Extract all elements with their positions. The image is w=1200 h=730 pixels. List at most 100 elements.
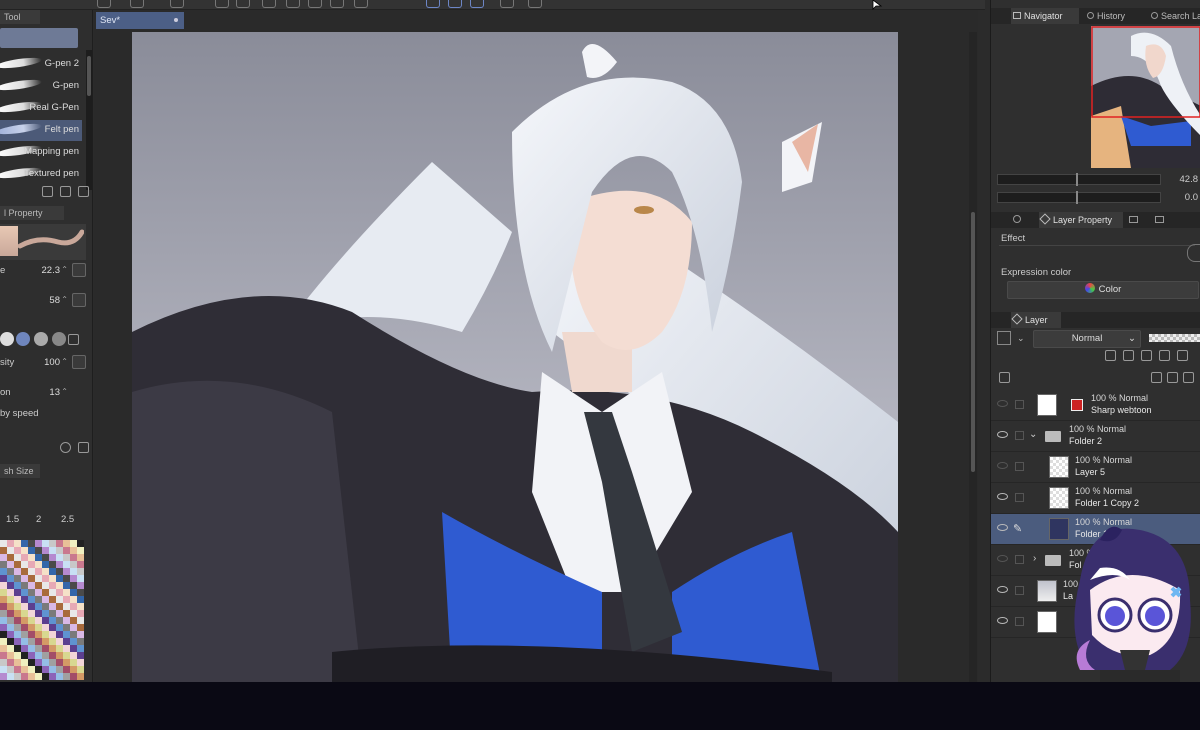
palette-swatch[interactable] xyxy=(63,645,70,652)
palette-swatch[interactable] xyxy=(35,645,42,652)
prop-value[interactable]: 13 xyxy=(49,387,60,398)
palette-swatch[interactable] xyxy=(56,673,63,680)
palette-swatch[interactable] xyxy=(49,582,56,589)
palette-swatch[interactable] xyxy=(49,659,56,666)
palette-swatch[interactable] xyxy=(70,589,77,596)
layer-palette-icon[interactable] xyxy=(999,372,1010,383)
device-icon[interactable] xyxy=(500,0,514,8)
tab-tool[interactable]: Tool xyxy=(0,10,40,24)
palette-swatch[interactable] xyxy=(70,610,77,617)
eye-icon[interactable] xyxy=(997,400,1008,407)
palette-swatch[interactable] xyxy=(42,673,49,680)
palette-swatch[interactable] xyxy=(49,596,56,603)
palette-swatch[interactable] xyxy=(49,568,56,575)
layer-name[interactable]: Folder 1 Copy 2 xyxy=(1075,498,1139,508)
palette-swatch[interactable] xyxy=(0,631,7,638)
eye-icon[interactable] xyxy=(997,555,1008,562)
palette-swatch[interactable] xyxy=(0,603,7,610)
palette-swatch[interactable] xyxy=(35,638,42,645)
tab-tool-property[interactable]: l Property xyxy=(0,206,64,220)
palette-swatch[interactable] xyxy=(0,561,7,568)
palette-swatch[interactable] xyxy=(28,582,35,589)
palette-swatch[interactable] xyxy=(7,617,14,624)
palette-swatch[interactable] xyxy=(0,596,7,603)
brush-item-real-gpen[interactable]: Real G-Pen xyxy=(0,98,82,119)
palette-swatch[interactable] xyxy=(49,666,56,673)
palette-swatch[interactable] xyxy=(28,610,35,617)
palette-swatch[interactable] xyxy=(70,554,77,561)
palette-swatch[interactable] xyxy=(0,624,7,631)
lock-icon[interactable] xyxy=(1015,431,1024,440)
palette-swatch[interactable] xyxy=(70,561,77,568)
palette-swatch[interactable] xyxy=(42,603,49,610)
palette-swatch[interactable] xyxy=(56,638,63,645)
navigator-preview[interactable] xyxy=(1091,26,1200,168)
palette-swatch[interactable] xyxy=(56,666,63,673)
palette-swatch[interactable] xyxy=(28,603,35,610)
palette-swatch[interactable] xyxy=(21,659,28,666)
palette-swatch[interactable] xyxy=(21,582,28,589)
pressure-settings-icon[interactable] xyxy=(72,263,86,277)
palette-swatch[interactable] xyxy=(42,568,49,575)
palette-swatch[interactable] xyxy=(35,659,42,666)
transform-icon[interactable] xyxy=(170,0,184,8)
by-speed-label[interactable]: by speed xyxy=(0,408,39,419)
fill-icon[interactable] xyxy=(308,0,322,8)
layer-row[interactable]: 100 % Normal Layer 5 xyxy=(991,452,1200,483)
palette-swatch[interactable] xyxy=(63,673,70,680)
ruler-icon[interactable] xyxy=(426,0,440,8)
tab-brush-size[interactable]: sh Size xyxy=(0,464,40,478)
prop-opacity[interactable]: 58 ⌃ xyxy=(0,292,86,310)
corner-icon[interactable] xyxy=(470,0,484,8)
palette-swatch[interactable] xyxy=(28,673,35,680)
curve-icon[interactable] xyxy=(448,0,462,8)
layer-row-folder[interactable]: ⌄ 100 % Normal Folder 2 xyxy=(991,421,1200,452)
palette-swatch[interactable] xyxy=(63,547,70,554)
spinner-icon[interactable]: ⌃ xyxy=(61,295,68,304)
tab-history[interactable]: History xyxy=(1085,8,1147,24)
palette-swatch[interactable] xyxy=(77,603,84,610)
palette-swatch[interactable] xyxy=(0,645,7,652)
trash-icon[interactable] xyxy=(78,186,89,197)
layer-name[interactable]: Folder 2 xyxy=(1069,436,1102,446)
prop-density[interactable]: sity 100 ⌃ xyxy=(0,354,86,372)
palette-swatch[interactable] xyxy=(21,596,28,603)
brush-item-textured-pen[interactable]: Textured pen xyxy=(0,164,82,185)
spinner-icon[interactable]: ⌃ xyxy=(61,265,68,274)
palette-swatch[interactable] xyxy=(63,610,70,617)
palette-swatch[interactable] xyxy=(42,547,49,554)
palette-swatch[interactable] xyxy=(35,554,42,561)
palette-swatch[interactable] xyxy=(21,673,28,680)
palette-swatch[interactable] xyxy=(7,554,14,561)
palette-swatch[interactable] xyxy=(42,554,49,561)
palette-swatch[interactable] xyxy=(63,582,70,589)
palette-swatch[interactable] xyxy=(49,645,56,652)
palette-swatch[interactable] xyxy=(14,617,21,624)
settings-icon[interactable] xyxy=(72,355,86,369)
palette-swatch[interactable] xyxy=(14,659,21,666)
palette-swatch[interactable] xyxy=(49,561,56,568)
palette-swatch[interactable] xyxy=(14,540,21,547)
palette-swatch[interactable] xyxy=(63,596,70,603)
tab-extra-1[interactable] xyxy=(1127,212,1147,228)
palette-swatch[interactable] xyxy=(49,547,56,554)
palette-swatch[interactable] xyxy=(63,589,70,596)
palette-swatch[interactable] xyxy=(42,624,49,631)
slider-handle[interactable] xyxy=(1076,191,1078,204)
palette-swatch[interactable] xyxy=(77,568,84,575)
layer-row[interactable]: 100 % Normal Sharp webtoon xyxy=(991,390,1200,421)
palette-swatch[interactable] xyxy=(56,554,63,561)
palette-swatch[interactable] xyxy=(21,617,28,624)
lock-alpha-icon[interactable] xyxy=(1159,350,1170,361)
zoom-slider[interactable] xyxy=(997,173,1161,186)
palette-swatch[interactable] xyxy=(21,624,28,631)
palette-swatch[interactable] xyxy=(35,652,42,659)
wrench-icon[interactable] xyxy=(78,442,89,453)
palette-swatch[interactable] xyxy=(56,631,63,638)
lock-icon[interactable] xyxy=(1015,400,1024,409)
import-icon[interactable] xyxy=(42,186,53,197)
loading-icon[interactable] xyxy=(262,0,276,8)
palette-swatch[interactable] xyxy=(28,568,35,575)
palette-swatch[interactable] xyxy=(56,624,63,631)
palette-swatch[interactable] xyxy=(7,540,14,547)
